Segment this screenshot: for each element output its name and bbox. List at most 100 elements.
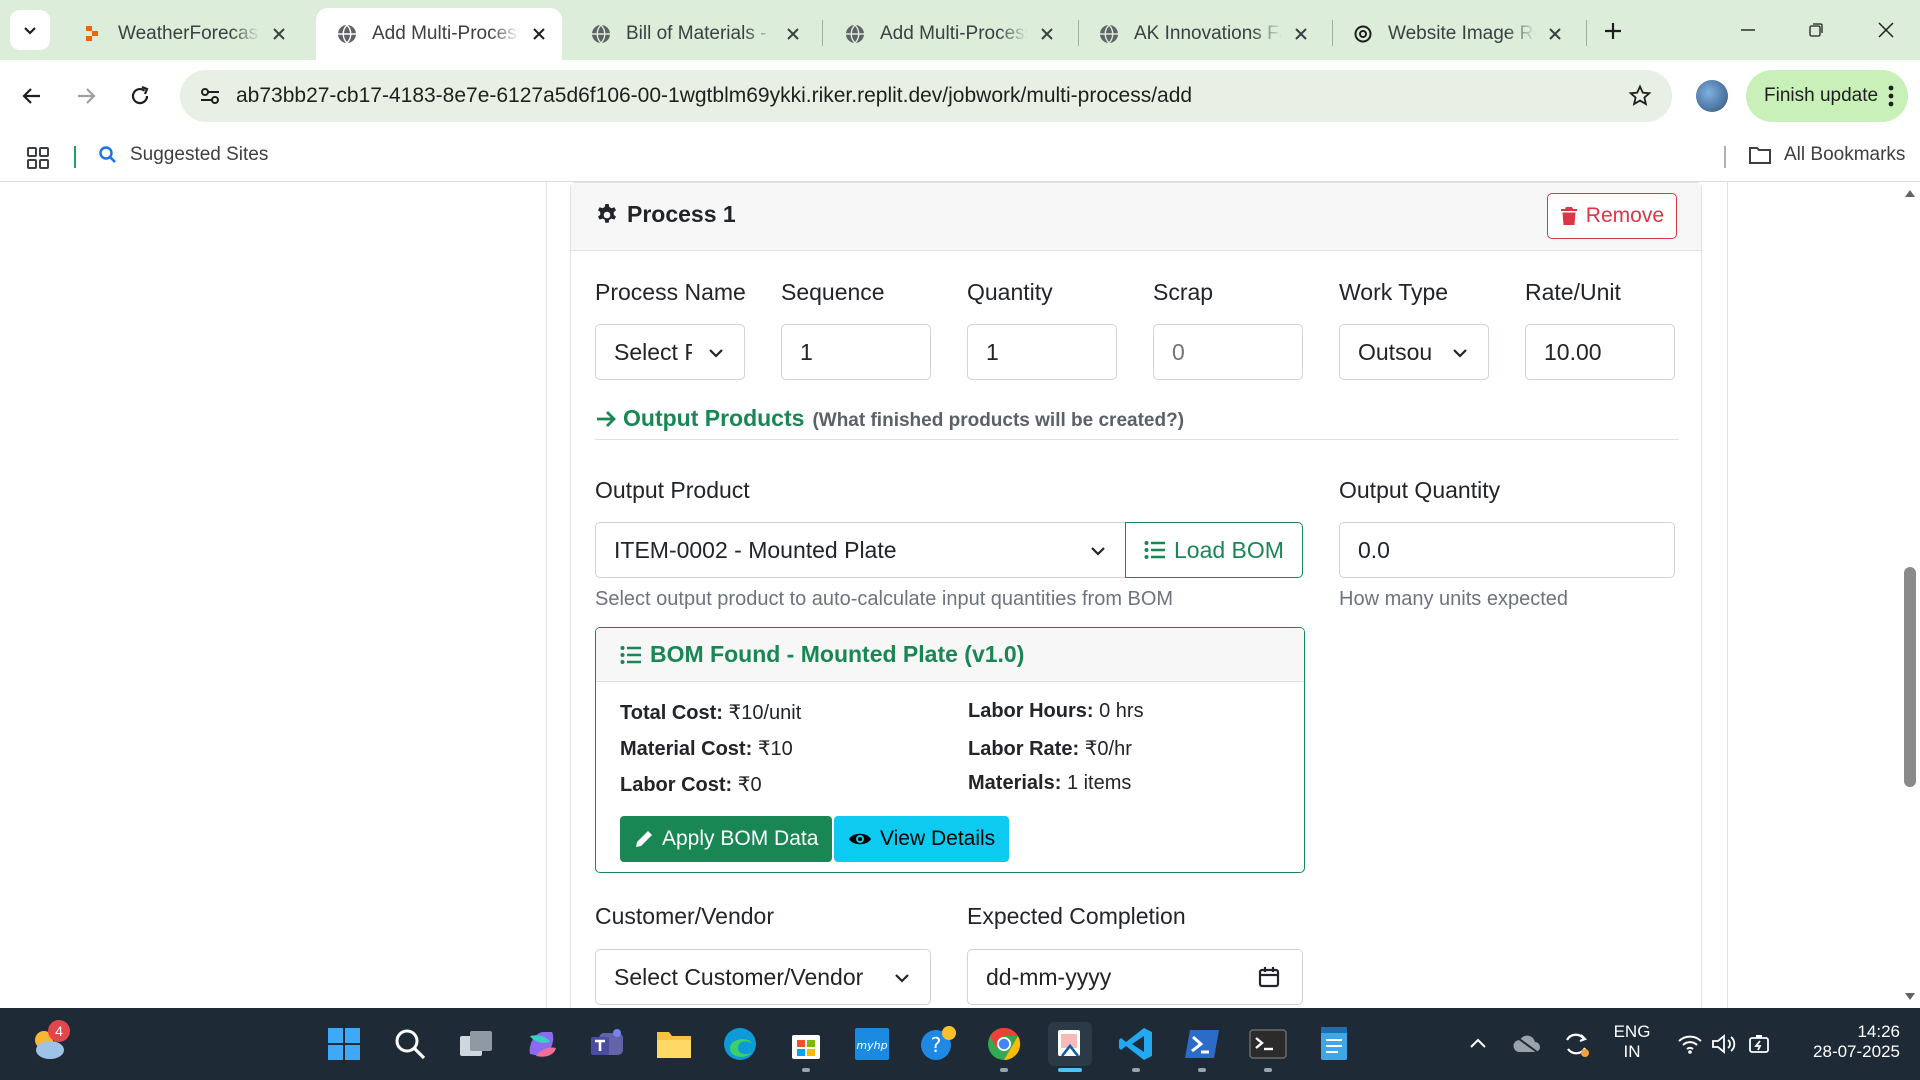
scroll-up-arrow-icon[interactable]	[1904, 188, 1916, 198]
scrollbar-thumb[interactable]	[1904, 567, 1916, 787]
labor-hours-row: Labor Hours: 0 hrs	[968, 700, 1144, 723]
copilot-icon	[529, 1032, 556, 1057]
tab-separator	[822, 20, 823, 46]
browser-tab-website-image[interactable]: Website Image Rec	[1332, 8, 1578, 60]
customer-vendor-select[interactable]: Select Customer/Vendor	[595, 949, 931, 1005]
close-icon[interactable]	[528, 23, 550, 45]
materials-row: Materials: 1 items	[968, 772, 1131, 795]
powershell-app[interactable]	[1180, 1022, 1224, 1066]
browser-tab-weatherforecast[interactable]: WeatherForecast -	[62, 8, 302, 60]
language-indicator[interactable]: ENG IN	[1606, 1022, 1658, 1062]
rate-unit-input[interactable]: 10.00	[1525, 324, 1675, 380]
tab-title: Add Multi-Process	[372, 23, 520, 44]
tab-search-button[interactable]	[10, 10, 50, 50]
edge-app[interactable]	[718, 1022, 762, 1066]
browser-toolbar: ab73bb27-cb17-4183-8e7e-6127a5d6f106-00-…	[0, 60, 1920, 132]
scrap-input[interactable]: 0	[1153, 324, 1303, 380]
show-hidden-icons-button[interactable]	[1456, 1022, 1500, 1066]
output-product-label: Output Product	[595, 477, 750, 503]
clock-time: 14:26	[1857, 1022, 1900, 1041]
file-explorer-app[interactable]	[652, 1022, 696, 1066]
hp-icon: myhp	[855, 1028, 889, 1060]
list-icon	[620, 645, 641, 664]
scroll-down-arrow-icon[interactable]	[1904, 992, 1916, 1002]
site-info-icon[interactable]	[196, 82, 224, 110]
process-title: Process 1	[595, 201, 736, 228]
output-products-heading: Output Products (What finished products …	[595, 405, 1184, 432]
language-bottom: IN	[1623, 1042, 1641, 1061]
notepad-app[interactable]	[1312, 1022, 1356, 1066]
finish-update-button[interactable]: Finish update	[1746, 70, 1908, 122]
close-icon[interactable]	[782, 23, 804, 45]
taskbar-indicator	[1000, 1068, 1008, 1072]
eye-icon	[849, 833, 871, 845]
url-text[interactable]: ab73bb27-cb17-4183-8e7e-6127a5d6f106-00-…	[236, 84, 1192, 108]
labor-rate-value: ₹0/hr	[1084, 738, 1132, 760]
apply-bom-data-button[interactable]: Apply BOM Data	[620, 816, 833, 862]
taskbar-search-button[interactable]	[388, 1022, 432, 1066]
browser-tab-ak-innovations[interactable]: AK Innovations Fac	[1078, 8, 1324, 60]
pencil-icon	[636, 831, 652, 847]
browser-tab-bill-of-materials[interactable]: Bill of Materials - F	[570, 8, 816, 60]
labor-hours-key: Labor Hours:	[968, 700, 1094, 722]
help-icon: ?	[921, 1026, 956, 1060]
output-quantity-input[interactable]: 0.0	[1339, 522, 1675, 578]
close-window-button[interactable]	[1856, 10, 1916, 50]
teams-app[interactable]	[586, 1022, 630, 1066]
battery-tray[interactable]	[1738, 1022, 1782, 1066]
new-tab-button[interactable]	[1596, 14, 1630, 48]
close-icon[interactable]	[1290, 23, 1312, 45]
chevron-up-icon	[1470, 1038, 1486, 1048]
vscode-app[interactable]	[1114, 1022, 1158, 1066]
bookmark-label: All Bookmarks	[1784, 144, 1906, 165]
taskbar-indicator	[1132, 1068, 1140, 1072]
quantity-input[interactable]: 1	[967, 324, 1117, 380]
microsoft-store-app[interactable]	[784, 1022, 828, 1066]
bookmark-star-icon[interactable]	[1626, 82, 1654, 110]
bookmark-suggested-sites[interactable]: Suggested Sites	[98, 144, 268, 166]
output-product-select[interactable]: ITEM-0002 - Mounted Plate	[595, 522, 1127, 578]
rate-unit-label: Rate/Unit	[1525, 279, 1621, 305]
calendar-icon[interactable]	[1258, 966, 1280, 988]
process-name-label: Process Name	[595, 279, 746, 305]
chrome-app[interactable]	[982, 1022, 1026, 1066]
close-icon[interactable]	[268, 23, 290, 45]
myhp-app[interactable]: myhp	[850, 1022, 894, 1066]
onedrive-tray[interactable]	[1504, 1022, 1548, 1066]
page-scrollbar[interactable]	[1900, 182, 1920, 1008]
clock[interactable]: 14:26 28-07-2025	[1790, 1022, 1900, 1062]
task-view-button[interactable]	[454, 1022, 498, 1066]
back-button[interactable]	[14, 78, 50, 114]
process-name-value: Select P	[614, 338, 692, 365]
apps-grid-icon[interactable]	[26, 146, 50, 170]
get-help-app[interactable]: ?	[916, 1022, 960, 1066]
output-quantity-value: 0.0	[1358, 536, 1390, 563]
process-name-select[interactable]: Select P	[595, 324, 745, 380]
forward-button[interactable]	[68, 78, 104, 114]
labor-rate-key: Labor Rate:	[968, 738, 1080, 760]
close-icon[interactable]	[1036, 23, 1058, 45]
close-icon	[1878, 22, 1894, 38]
reload-button[interactable]	[122, 78, 158, 114]
sync-tray[interactable]	[1554, 1022, 1598, 1066]
all-bookmarks-button[interactable]: All Bookmarks	[1748, 144, 1905, 166]
bookmark-label: Suggested Sites	[130, 144, 269, 165]
profile-avatar[interactable]	[1696, 80, 1728, 112]
minimize-button[interactable]	[1718, 10, 1778, 50]
scrap-label: Scrap	[1153, 279, 1214, 305]
expected-completion-input[interactable]: dd-mm-yyyy	[967, 949, 1303, 1005]
start-button[interactable]	[322, 1022, 366, 1066]
work-type-select[interactable]: Outsou	[1339, 324, 1489, 380]
sequence-input[interactable]: 1	[781, 324, 931, 380]
terminal-app[interactable]	[1246, 1022, 1290, 1066]
browser-tab-add-multi-process-2[interactable]: Add Multi-Process	[824, 8, 1070, 60]
restore-button[interactable]	[1786, 10, 1846, 50]
remove-process-button[interactable]: Remove	[1546, 193, 1677, 239]
snipping-tool-app[interactable]	[1048, 1022, 1092, 1066]
copilot-app[interactable]	[520, 1022, 564, 1066]
browser-tab-add-multi-process-active[interactable]: Add Multi-Process	[316, 8, 562, 60]
load-bom-button[interactable]: Load BOM	[1125, 522, 1303, 578]
address-bar[interactable]: ab73bb27-cb17-4183-8e7e-6127a5d6f106-00-…	[180, 70, 1672, 122]
close-icon[interactable]	[1544, 23, 1566, 45]
view-details-button[interactable]: View Details	[834, 816, 1010, 862]
